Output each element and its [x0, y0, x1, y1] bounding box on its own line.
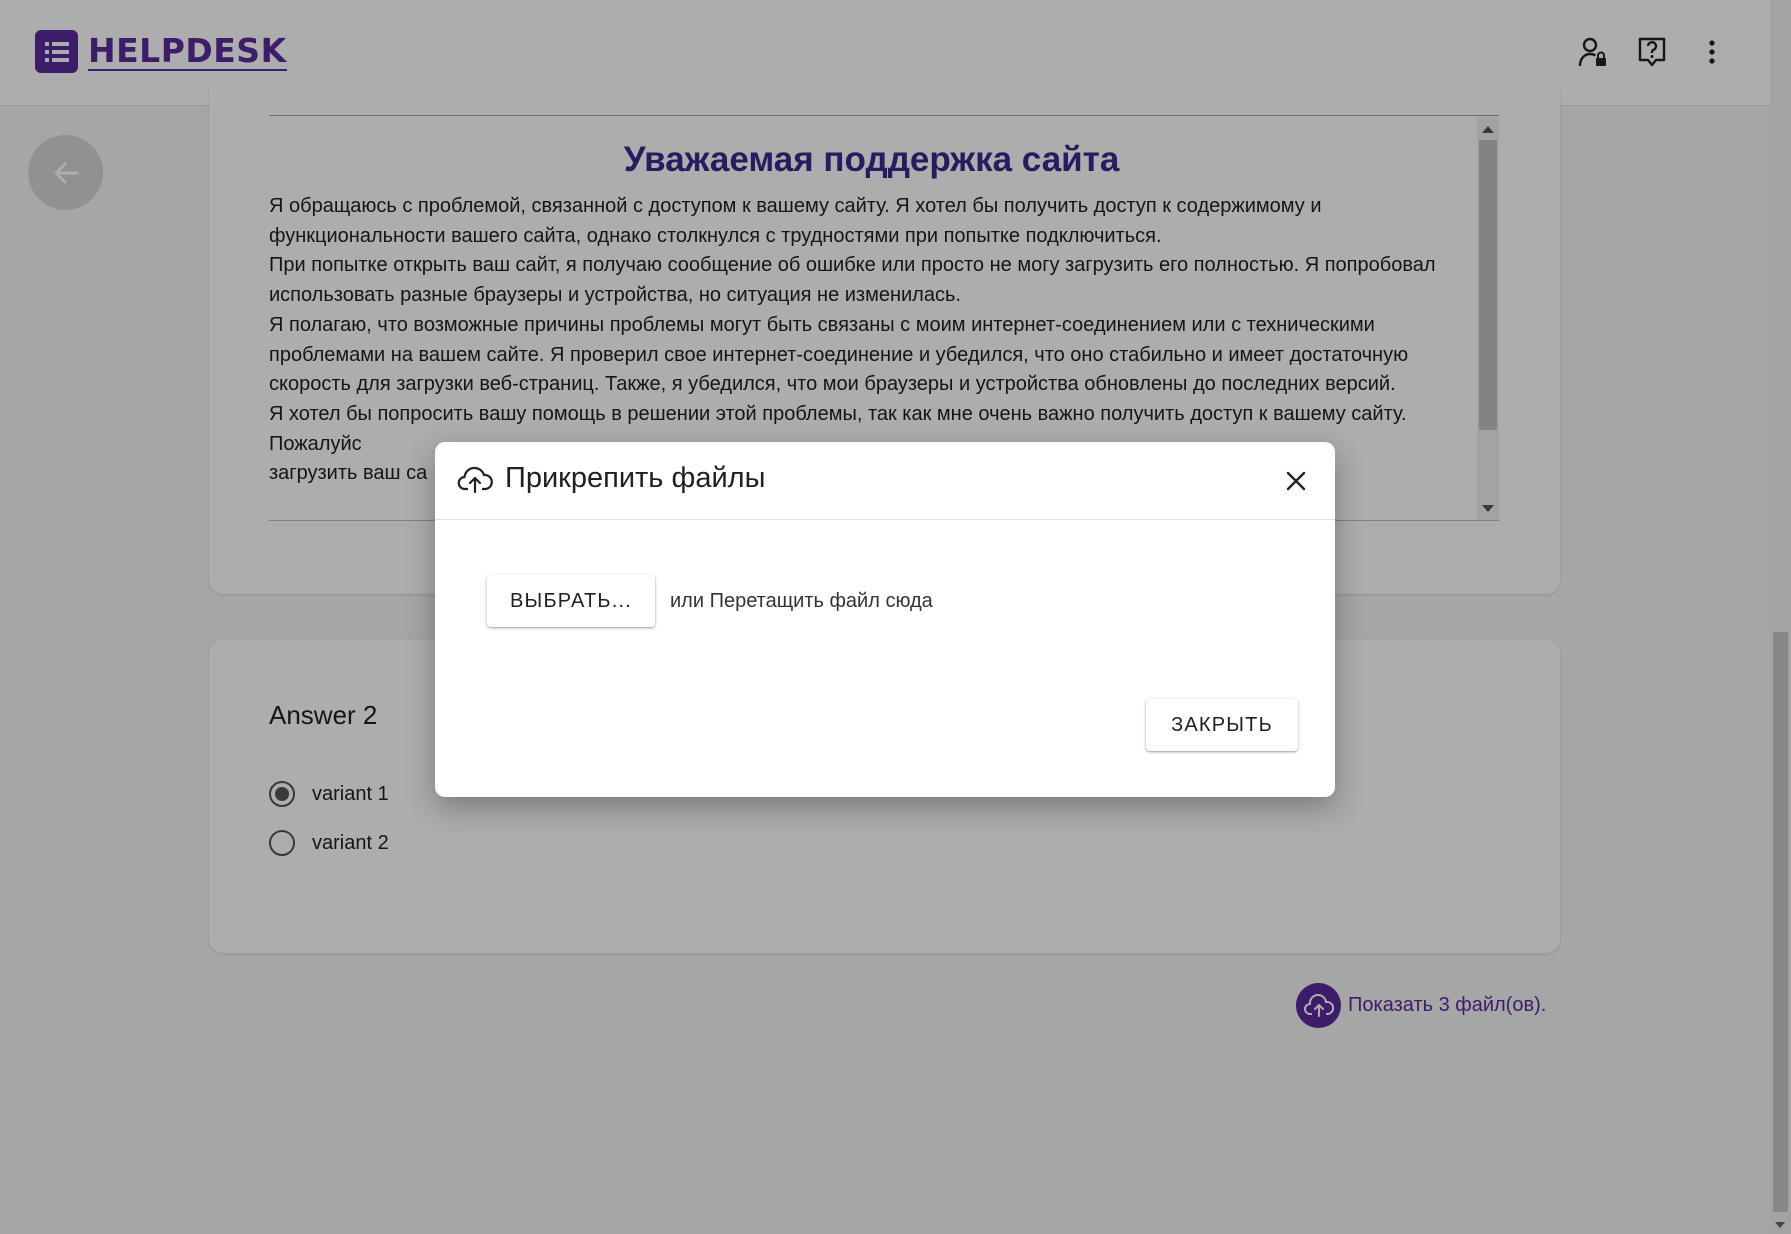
attach-files-dialog: Прикрепить файлы ВЫБРАТЬ... или Перетащи… [435, 442, 1335, 797]
dialog-title: Прикрепить файлы [505, 462, 766, 494]
dialog-header: Прикрепить файлы [435, 442, 1335, 520]
drop-hint: или Перетащить файл сюда [670, 590, 933, 612]
close-dialog-button[interactable]: ЗАКРЫТЬ [1146, 699, 1298, 751]
cloud-upload-icon [457, 464, 493, 499]
close-icon[interactable] [1279, 464, 1313, 498]
select-file-button[interactable]: ВЫБРАТЬ... [487, 575, 655, 627]
